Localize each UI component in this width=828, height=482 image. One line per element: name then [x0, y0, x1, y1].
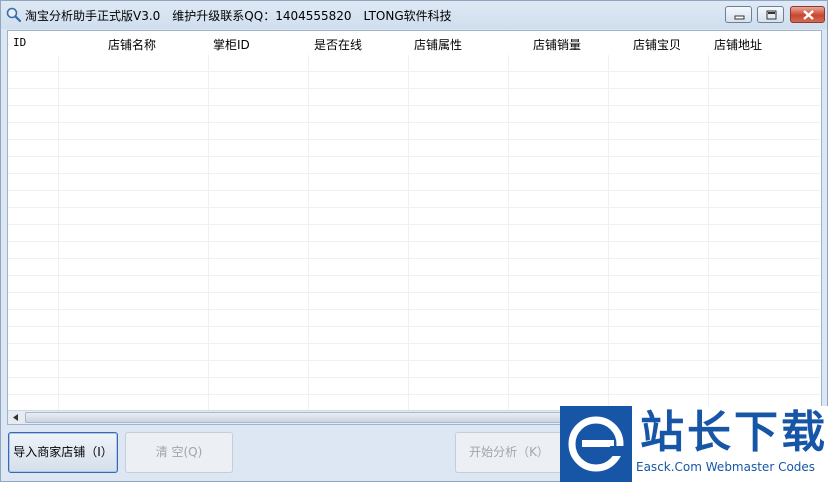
close-icon — [803, 10, 814, 20]
watermark-brand: 站长下载 — [640, 407, 828, 458]
grid-row-line — [8, 241, 821, 242]
grid-row-line — [8, 71, 821, 72]
column-header-address[interactable]: 店铺地址 — [714, 36, 762, 53]
clear-button[interactable]: 清 空(Q) — [125, 432, 233, 473]
watermark-logo: 站长下载 Easck.Com Webmaster Codes — [560, 406, 828, 482]
grid-row-line — [8, 275, 821, 276]
grid-row-line — [8, 173, 821, 174]
e-logo-icon — [560, 406, 632, 482]
maximize-button[interactable] — [757, 6, 784, 23]
column-header-attribute[interactable]: 店铺属性 — [414, 36, 462, 53]
grid-row-line — [8, 207, 821, 208]
grid-row-line — [8, 88, 821, 89]
column-header-id[interactable]: ID — [13, 36, 26, 49]
app-title: 淘宝分析助手正式版V3.0 — [25, 9, 161, 23]
column-header-shop-name[interactable]: 店铺名称 — [108, 36, 156, 53]
column-header-items[interactable]: 店铺宝贝 — [633, 36, 681, 53]
grid-row-line — [8, 360, 821, 361]
grid-row-line — [8, 105, 821, 106]
grid-row-line — [8, 122, 821, 123]
grid-row-line — [8, 292, 821, 293]
start-analysis-button[interactable]: 开始分析（K） — [455, 432, 563, 473]
maximize-icon — [766, 10, 777, 20]
grid-row-line — [8, 224, 821, 225]
import-shops-button[interactable]: 导入商家店铺（I） — [8, 432, 118, 473]
magnifier-icon — [6, 7, 22, 23]
grid-row-line — [8, 139, 821, 140]
column-header-online[interactable]: 是否在线 — [314, 36, 362, 53]
minimize-icon — [734, 15, 745, 20]
column-header-owner-id[interactable]: 掌柜ID — [213, 36, 250, 53]
column-header-sales[interactable]: 店铺销量 — [533, 36, 581, 53]
company-name: LTONG软件科技 — [363, 9, 452, 23]
grid-header: ID 店铺名称 掌柜ID 是否在线 店铺属性 店铺销量 店铺宝贝 店铺地址 — [8, 31, 821, 55]
grid-row-line — [8, 309, 821, 310]
shop-data-grid[interactable]: ID 店铺名称 掌柜ID 是否在线 店铺属性 店铺销量 店铺宝贝 店铺地址 — [7, 30, 822, 425]
grid-row-line — [8, 326, 821, 327]
title-bar[interactable]: 淘宝分析助手正式版V3.0 维护升级联系QQ：1404555820 LTONG软件科… — [1, 1, 827, 29]
grid-row-line — [8, 156, 821, 157]
close-button[interactable] — [790, 6, 825, 23]
window-title: 淘宝分析助手正式版V3.0 维护升级联系QQ：1404555820 LTONG软件科… — [25, 7, 464, 24]
grid-row-line — [8, 258, 821, 259]
minimize-button[interactable] — [725, 6, 752, 23]
watermark-tagline: Easck.Com Webmaster Codes — [636, 460, 816, 474]
grid-row-line — [8, 343, 821, 344]
grid-row-line — [8, 377, 821, 378]
contact-info: 维护升级联系QQ：1404555820 — [172, 9, 352, 23]
grid-row-line — [8, 394, 821, 395]
scroll-left-icon[interactable] — [8, 411, 24, 424]
app-window: 淘宝分析助手正式版V3.0 维护升级联系QQ：1404555820 LTONG软件科… — [0, 0, 828, 482]
grid-row-line — [8, 190, 821, 191]
scrollbar-thumb[interactable] — [25, 412, 565, 423]
